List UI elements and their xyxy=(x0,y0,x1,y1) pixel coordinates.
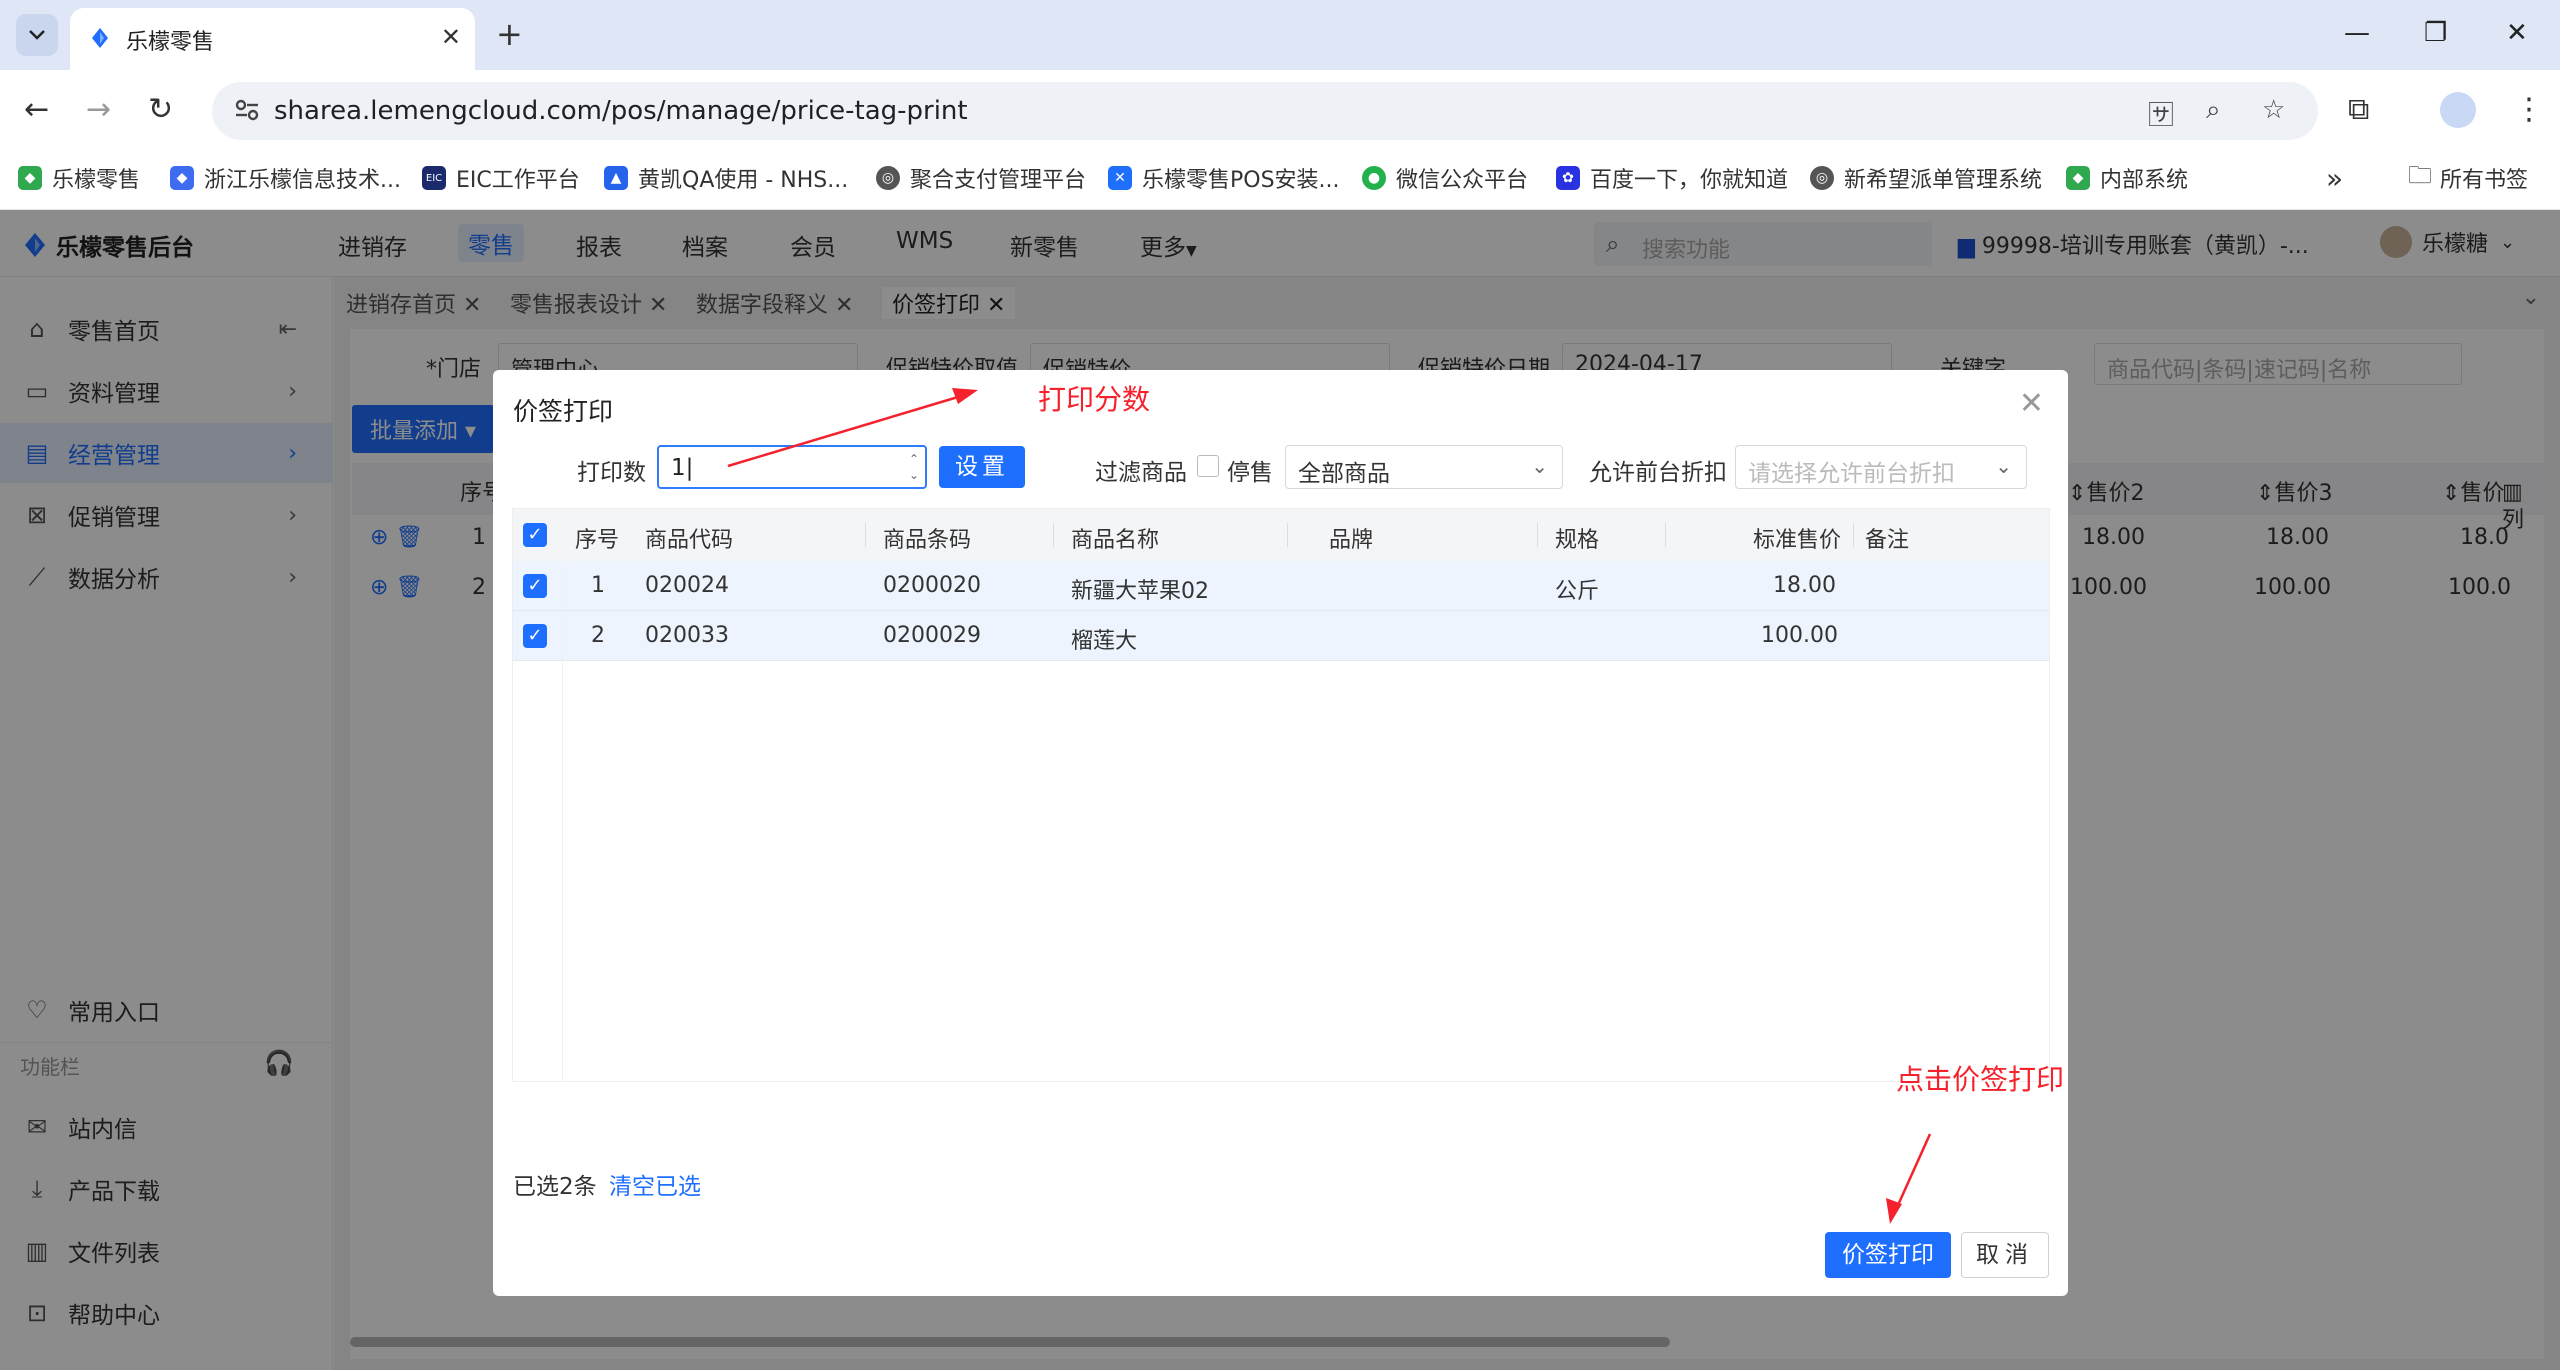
arrow-to-print-button xyxy=(1886,1133,1932,1224)
annotation-arrows xyxy=(727,388,1932,1224)
annotation-print-copies: 打印分数 xyxy=(1038,383,1151,416)
annotation-click-print: 点击价签打印 xyxy=(1896,1063,2065,1096)
arrow-to-print-count xyxy=(727,388,978,468)
